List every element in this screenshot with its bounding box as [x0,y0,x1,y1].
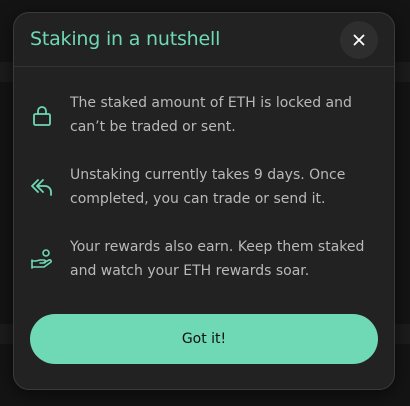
hand-coins-icon [31,249,52,269]
staking-info-modal: Staking in a nutshell The staked amount … [13,12,395,390]
close-button[interactable] [340,21,378,59]
reply-all-icon [31,179,52,196]
close-icon [353,34,365,46]
modal-title: Staking in a nutshell [30,28,221,50]
lock-icon [33,106,51,126]
info-text: Unstaking currently takes 9 days. Once c… [70,167,346,207]
info-text: Your rewards also earn. Keep them staked… [70,239,365,279]
modal-header: Staking in a nutshell [14,13,394,67]
info-text: The staked amount of ETH is locked and c… [70,95,352,135]
got-it-button[interactable]: Got it! [30,314,378,364]
